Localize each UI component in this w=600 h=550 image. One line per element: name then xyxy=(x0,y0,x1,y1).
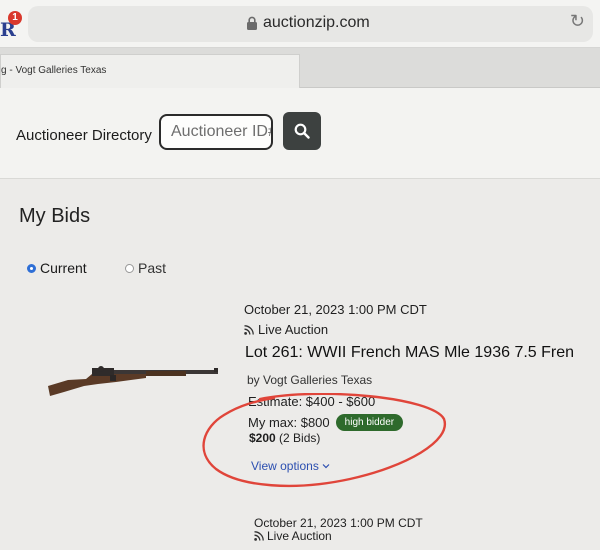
view-options-dropdown[interactable]: View options xyxy=(251,459,330,473)
view-options-label: View options xyxy=(251,459,319,473)
page-title: My Bids xyxy=(19,205,91,227)
current-bid-amount: $200 xyxy=(249,431,276,445)
browser-toolbar: R 1 auctionzip.com ↻ xyxy=(0,0,600,48)
radio-selected-icon xyxy=(27,263,36,273)
lot-title-link[interactable]: Lot 261: WWII French MAS Mle 1936 7.5 Fr… xyxy=(245,344,574,362)
lot-thumbnail-rifle[interactable] xyxy=(46,362,224,402)
address-bar[interactable]: auctionzip.com ↻ xyxy=(28,6,593,42)
current-bid: $200 (2 Bids) xyxy=(249,431,320,445)
search-icon xyxy=(294,123,310,139)
auction-type-2: Live Auction xyxy=(254,529,332,543)
auction-date: October 21, 2023 1:00 PM CDT xyxy=(244,302,427,317)
seller-link[interactable]: by Vogt Galleries Texas xyxy=(247,373,372,387)
notification-badge: 1 xyxy=(8,11,22,25)
auction-type-label: Live Auction xyxy=(258,322,329,337)
tab-strip: g - Vogt Galleries Texas xyxy=(0,48,600,88)
auctioneer-directory-label: Auctioneer Directory xyxy=(16,127,152,144)
chevron-down-icon xyxy=(322,464,330,469)
filter-past-label: Past xyxy=(138,260,167,276)
browser-tab[interactable]: g - Vogt Galleries Texas xyxy=(0,54,300,88)
radio-unselected-icon xyxy=(125,263,134,273)
my-max-label: My max: $800 xyxy=(248,415,330,430)
bid-count: (2 Bids) xyxy=(279,431,321,445)
auction-type-label-2: Live Auction xyxy=(267,529,332,543)
high-bidder-badge: high bidder xyxy=(335,414,404,431)
search-button[interactable] xyxy=(283,112,321,150)
rss-icon xyxy=(244,324,254,335)
reload-icon[interactable]: ↻ xyxy=(570,11,585,32)
auction-date-2: October 21, 2023 1:00 PM CDT xyxy=(254,516,423,530)
filter-past-radio[interactable]: Past xyxy=(125,260,166,276)
estimate-text: Estimate: $400 - $600 xyxy=(248,394,376,409)
filter-current-radio[interactable]: Current xyxy=(27,260,87,276)
site-header: Auctioneer Directory xyxy=(0,88,600,179)
url-text: auctionzip.com xyxy=(263,14,370,31)
auctioneer-id-input[interactable] xyxy=(159,114,273,150)
lock-icon xyxy=(247,16,257,30)
my-max-bid: My max: $800 high bidder xyxy=(248,414,404,431)
tab-title: g - Vogt Galleries Texas xyxy=(1,65,107,76)
auction-type: Live Auction xyxy=(244,322,328,337)
filter-current-label: Current xyxy=(40,260,87,276)
rss-icon xyxy=(254,531,264,541)
my-bids-section: My Bids Current Past October 21, 2023 1:… xyxy=(0,179,600,550)
